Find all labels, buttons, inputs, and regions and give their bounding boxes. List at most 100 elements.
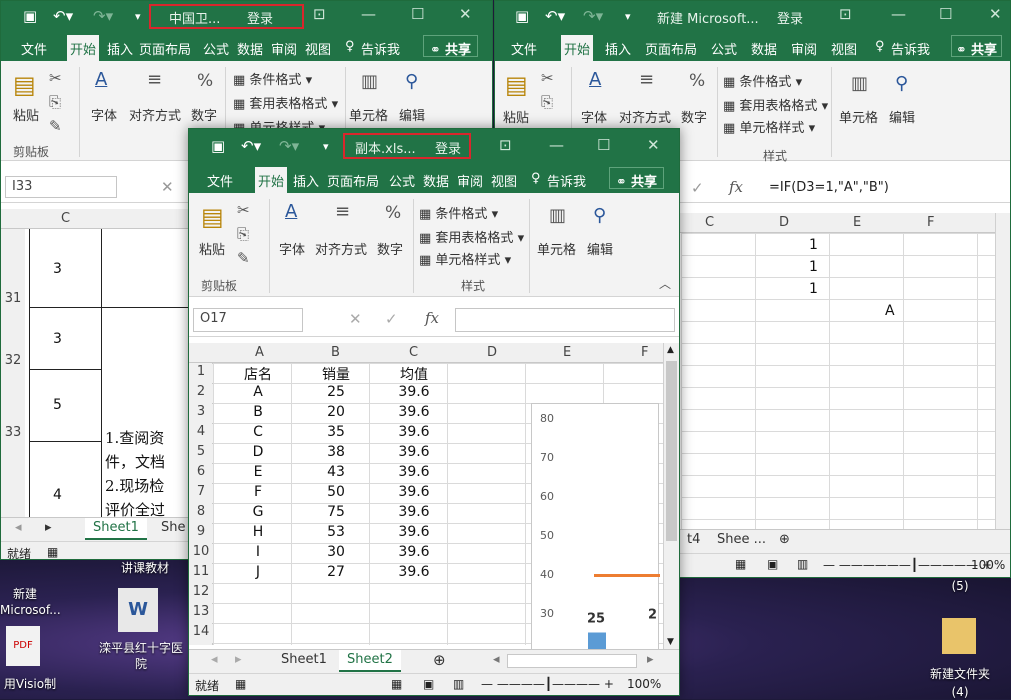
font-button[interactable]: 字体 [581,107,607,126]
row-header-31[interactable]: 31 [1,291,25,306]
table-cell[interactable]: 43 [297,464,375,480]
table-cell[interactable]: 50 [297,484,375,500]
enter-formula-icon[interactable]: ✓ [691,179,704,197]
table-cell[interactable]: 30 [297,544,375,560]
menu-layout[interactable]: 页面布局 [645,39,697,58]
minimize-icon[interactable]: — [891,5,906,23]
table-cell[interactable]: G [219,504,297,520]
column-d-header[interactable]: D [779,215,789,230]
edit-button[interactable]: 编辑 [587,239,613,258]
row-header[interactable]: 11 [189,564,213,583]
paste-icon[interactable]: ▤ [505,71,528,99]
column-e-header[interactable]: E [563,345,571,360]
cell-d3[interactable]: 1 [809,281,818,297]
menu-formula[interactable]: 公式 [389,171,415,190]
table-format-button[interactable]: ▦ 套用表格格式 ▾ [419,227,524,246]
cells-icon[interactable]: ▥ [361,71,378,92]
table-cell[interactable]: D [219,444,297,460]
header-mean[interactable]: 均值 [375,364,453,384]
table-cell[interactable]: E [219,464,297,480]
save-icon[interactable]: ▣ [23,7,37,25]
search-icon[interactable]: ⚲ [895,73,908,94]
customize-qa-icon[interactable]: ▾ [135,10,141,23]
customize-qa-icon[interactable]: ▾ [625,10,631,23]
doc-line-2[interactable]: 件，文档 [105,451,165,472]
undo-icon[interactable]: ↶▾ [53,7,73,25]
column-c-header[interactable]: C [409,345,418,360]
table-cell[interactable]: 39.6 [375,444,453,460]
cell-c31[interactable]: 3 [53,331,62,347]
row-header[interactable]: 14 [189,624,213,643]
cut-icon[interactable]: ✂ [541,69,554,87]
normal-view-icon[interactable]: ▦ [735,557,746,571]
cells-button[interactable]: 单元格 [537,239,576,258]
sales-chart[interactable]: 80 70 60 50 40 30 25 2 [531,403,660,673]
cond-format-button[interactable]: ▦ 条件格式 ▾ [419,203,498,222]
right-login-link[interactable]: 登录 [777,8,803,27]
h-scrollbar[interactable] [507,654,637,668]
column-a-header[interactable]: A [255,345,264,360]
cell-d2[interactable]: 1 [809,259,818,275]
cell-d1[interactable]: 1 [809,237,818,253]
table-cell[interactable]: F [219,484,297,500]
scroll-thumb[interactable] [666,361,677,541]
tab-sheet1[interactable]: Sheet1 [85,518,147,540]
name-box[interactable]: O17 [193,308,303,332]
row-header-32[interactable]: 32 [1,353,25,368]
desktop-icon-new-doc[interactable]: 新建 Microsof... [0,586,61,618]
row-header[interactable]: 10 [189,544,213,563]
menu-layout[interactable]: 页面布局 [139,39,191,58]
row-header[interactable]: 8 [189,504,213,523]
collapse-ribbon-icon[interactable]: ︿ [659,275,671,292]
copy-icon[interactable]: ⎘ [237,225,249,243]
scroll-down-icon[interactable]: ▼ [667,637,674,647]
row-header[interactable]: 5 [189,444,213,463]
menu-view[interactable]: 视图 [831,39,857,58]
menu-view[interactable]: 视图 [491,171,517,190]
right-vertical-scrollbar[interactable] [995,213,1010,529]
font-icon[interactable]: A [95,69,107,90]
insert-function-icon[interactable]: fx [729,178,743,196]
zoom-slider[interactable]: — ————┃———— + [481,677,614,691]
ribbon-display-icon[interactable]: ⊡ [839,5,852,23]
cells-icon[interactable]: ▥ [549,205,566,226]
desktop-icon-lecture[interactable]: 讲课教材 [110,560,180,576]
table-format-button[interactable]: ▦ 套用表格格式 ▾ [233,93,338,112]
table-cell[interactable]: 39.6 [375,404,453,420]
insert-function-icon[interactable]: fx [425,309,439,327]
row-header[interactable]: 3 [189,404,213,423]
menu-formula[interactable]: 公式 [203,39,229,58]
column-d-header[interactable]: D [487,345,497,360]
cell-e4[interactable]: A [885,303,895,319]
close-icon[interactable]: ✕ [459,5,472,23]
maximize-icon[interactable]: ☐ [597,136,610,154]
macro-record-icon[interactable]: ▦ [47,545,58,559]
share-button[interactable]: ⚭ 共享 [951,35,1003,58]
tab-sheet1[interactable]: Sheet1 [273,650,335,672]
desktop-icon-hospital[interactable]: 滦平县红十字医院 [96,640,186,672]
edit-button[interactable]: 编辑 [889,107,915,126]
align-button[interactable]: 对齐方式 [129,105,181,124]
column-c-header[interactable]: C [61,211,70,226]
maximize-icon[interactable]: ☐ [939,5,952,23]
table-cell[interactable]: 38 [297,444,375,460]
cell-style-button[interactable]: ▦ 单元格样式 ▾ [723,117,815,136]
formula-input[interactable] [455,308,675,332]
lightbulb-icon[interactable]: ♀ [345,39,355,54]
cell-style-button[interactable]: ▦ 单元格样式 ▾ [419,249,511,268]
doc-line-3[interactable]: 2.现场检 [105,475,164,496]
formula-text[interactable]: =IF(D3=1,"A","B") [769,180,889,195]
format-painter-icon[interactable]: ✎ [49,117,62,135]
lightbulb-icon[interactable]: ♀ [875,39,885,54]
menu-insert[interactable]: 插入 [107,39,133,58]
zoom-level[interactable]: 100% [627,677,661,691]
redo-icon[interactable]: ↷▾ [583,7,603,25]
folder-icon[interactable] [942,618,976,654]
menu-layout[interactable]: 页面布局 [327,171,379,190]
macro-record-icon[interactable]: ▦ [235,677,246,691]
save-icon[interactable]: ▣ [211,137,225,155]
minimize-icon[interactable]: — [361,5,376,23]
row-header[interactable]: 7 [189,484,213,503]
column-b-header[interactable]: B [331,345,340,360]
font-icon[interactable]: A [589,69,601,90]
